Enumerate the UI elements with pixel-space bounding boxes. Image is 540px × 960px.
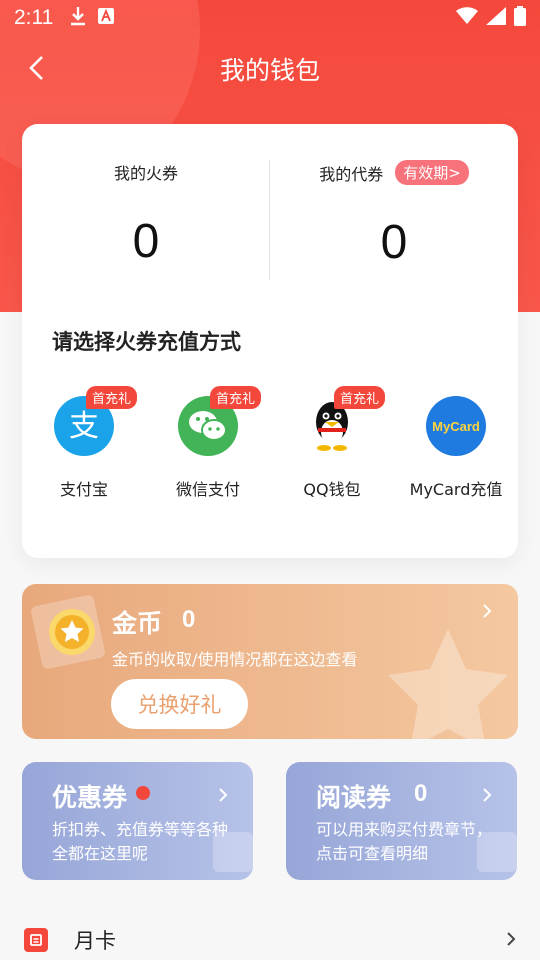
payment-methods: 支 首充礼 支付宝 首充礼 微信支付 首充礼 QQ钱包 MyCard MyCar… [22,386,518,500]
coupon-card[interactable]: 优惠券 折扣券、充值券等等各种全都在这里呢 [22,762,253,880]
balances-section: 我的火券 0 我的代券 有效期> 0 [22,124,518,304]
reading-voucher-card[interactable]: 阅读券 0 可以用来购买付费章节，点击可查看明细 [286,762,517,880]
mycard-icon: MyCard [426,396,486,456]
payment-qq-wallet[interactable]: 首充礼 QQ钱包 [270,386,394,500]
reading-description: 可以用来购买付费章节，点击可查看明细 [316,820,493,863]
chevron-right-icon [482,784,492,809]
gold-description: 金币的收取/使用情况都在这边查看 [112,650,358,669]
status-bar: 2:11 [0,0,540,36]
payment-label: QQ钱包 [303,480,361,499]
gold-count: 0 [182,606,196,633]
daiquan-label-row: 我的代券 有效期> [319,160,469,185]
huoquan-balance[interactable]: 我的火券 0 [22,124,270,304]
payment-wechat[interactable]: 首充礼 微信支付 [146,386,270,500]
font-icon [97,6,115,30]
month-card-label: 月卡 [74,929,116,953]
first-charge-badge: 首充礼 [334,386,386,409]
chevron-right-icon [506,928,516,952]
huoquan-label: 我的火券 [113,164,178,183]
recharge-title: 请选择火券充值方式 [52,330,241,354]
notification-dot [136,786,150,800]
reading-count: 0 [414,780,428,807]
gold-coin-card[interactable]: 金币 0 金币的收取/使用情况都在这边查看 兑换好礼 [22,584,518,739]
gold-title: 金币 [112,609,163,638]
coupon-description: 折扣券、充值券等等各种全都在这里呢 [52,820,229,863]
chevron-left-icon [29,56,43,80]
star-decoration-icon [388,629,508,739]
exchange-gift-button[interactable]: 兑换好礼 [111,679,248,729]
payment-label: MyCard充值 [409,480,503,499]
daiquan-label: 我的代券 [319,164,384,184]
coupon-title: 优惠券 [52,783,128,812]
wifi-icon [456,6,478,30]
chevron-right-icon [482,600,492,625]
reading-title: 阅读券 [316,783,392,812]
back-button[interactable] [18,50,54,86]
page-title: 我的钱包 [219,56,320,85]
signal-icon [486,6,506,30]
payment-label: 微信支付 [175,480,240,499]
gold-coin-icon [48,608,96,656]
download-icon [69,6,87,31]
validity-badge[interactable]: 有效期> [395,160,469,185]
battery-icon [514,5,526,31]
huoquan-value: 0 [132,215,160,268]
month-card-row[interactable]: 月卡 [0,912,540,960]
month-card-icon [24,928,48,952]
daiquan-value: 0 [380,216,408,269]
balance-divider [269,160,270,280]
top-bar: 我的钱包 [0,40,540,98]
payment-mycard[interactable]: MyCard MyCard充值 [394,386,518,500]
first-charge-badge: 首充礼 [86,386,138,409]
svg-text:MyCard: MyCard [432,419,480,434]
svg-text:支: 支 [69,409,99,444]
payment-label: 支付宝 [59,480,108,499]
first-charge-badge: 首充礼 [210,386,262,409]
daiquan-balance[interactable]: 我的代券 有效期> 0 [270,124,518,304]
wallet-card: 我的火券 0 我的代券 有效期> 0 请选择火券充值方式 支 首充礼 支付宝 首… [22,124,518,558]
status-time: 2:11 [14,6,54,29]
chevron-right-icon [218,784,228,809]
payment-alipay[interactable]: 支 首充礼 支付宝 [22,386,146,500]
